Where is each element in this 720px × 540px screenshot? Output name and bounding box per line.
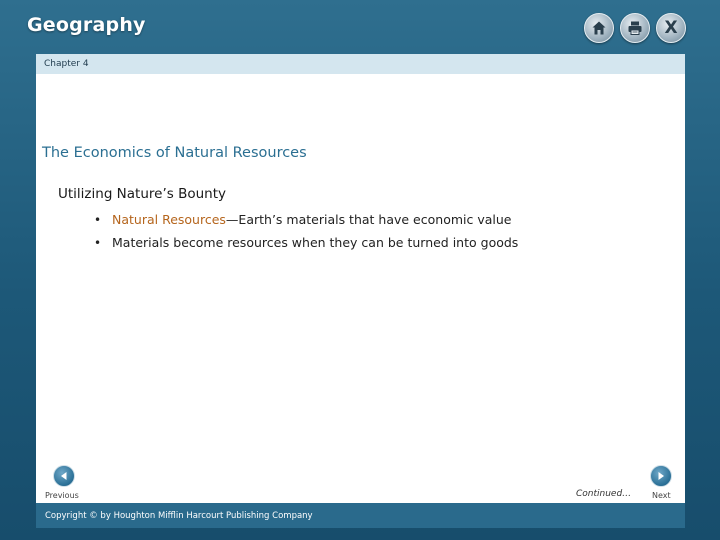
list-item: • Materials become resources when they c… — [94, 235, 518, 258]
slide-subheading: Utilizing Nature’s Bounty — [58, 186, 226, 202]
list-item: • Natural Resources—Earth’s materials th… — [94, 212, 518, 235]
next-button[interactable] — [650, 465, 672, 487]
arrow-left-icon — [61, 472, 67, 480]
close-icon: X — [664, 18, 678, 38]
continued-label: Continued… — [576, 489, 632, 499]
chapter-label: Chapter 4 — [44, 59, 89, 69]
app-title: Geography — [27, 14, 146, 36]
bullet-list: • Natural Resources—Earth’s materials th… — [94, 212, 518, 258]
footer-bar: Copyright © by Houghton Mifflin Harcourt… — [36, 503, 685, 528]
bullet-dot: • — [94, 213, 102, 227]
next-label[interactable]: Next — [652, 491, 671, 500]
home-icon — [592, 21, 606, 35]
toolbar: X — [584, 13, 686, 43]
bullet-text: Materials become resources when they can… — [112, 235, 519, 250]
bullet-text: —Earth’s materials that have economic va… — [225, 212, 512, 227]
print-button[interactable] — [620, 13, 650, 43]
previous-button[interactable] — [53, 465, 75, 487]
previous-label[interactable]: Previous — [45, 491, 79, 500]
bullet-dot: • — [94, 236, 102, 250]
chapter-bar: Chapter 4 — [36, 54, 685, 74]
slide-heading: The Economics of Natural Resources — [42, 145, 307, 161]
copyright-text: Copyright © by Houghton Mifflin Harcourt… — [45, 511, 313, 521]
arrow-right-icon — [658, 472, 664, 480]
term-natural-resources: Natural Resources — [112, 212, 226, 227]
close-button[interactable]: X — [656, 13, 686, 43]
home-button[interactable] — [584, 13, 614, 43]
slide-panel: Chapter 4 The Economics of Natural Resou… — [36, 54, 685, 528]
printer-icon — [628, 21, 642, 35]
